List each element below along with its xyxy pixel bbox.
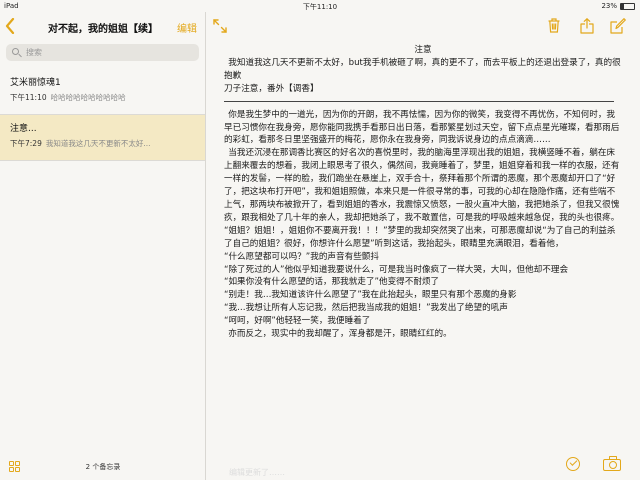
note-heading: 注意 <box>414 45 432 55</box>
paragraph: “什么愿望都可以吗？”我的声音有些颤抖 <box>224 251 379 262</box>
checkmark-icon[interactable] <box>566 457 580 471</box>
note-count: 2 个备忘录 <box>85 463 121 471</box>
watermark-text: 编辑更新了…… <box>229 468 285 477</box>
battery-icon <box>620 2 635 10</box>
paragraph: “别走！我…我知道该许什么愿望了”我在此抬起头，眼里只有那个恶魔的身影 <box>224 290 517 301</box>
note-editor: 注意 我知道我这几天不更新不太好，but我手机被砸了啊，真的更不了，而去平板上的… <box>207 12 640 480</box>
battery-percent: 23% <box>601 2 617 10</box>
note-time: 下午11:10 <box>10 93 47 102</box>
notice-text: 我知道我这几天不更新不太好，but我手机被砸了啊，真的更不了，而去平板上的还退出… <box>224 57 622 83</box>
paragraph: “我…我想让所有人忘记我，然后把我当成我的姐姐！”我发出了绝望的吼声 <box>224 303 508 314</box>
list-item-selected[interactable]: 注意... 下午7:29 我知道我这几天不更新不太好... <box>0 115 205 161</box>
note-meta: 下午7:29 我知道我这几天不更新不太好... <box>10 138 197 149</box>
list-item[interactable]: 艾米丽惊魂1 下午11:10 哈哈哈哈哈哈哈哈哈哈 <box>0 69 205 115</box>
status-bar: iPad 下午11:10 23% <box>0 0 640 12</box>
notice-line-2: 刀子注意，番外【调香】 <box>224 83 319 94</box>
trash-icon[interactable] <box>548 18 560 33</box>
paragraph: “除了死过的人”他似乎知道我要说什么，可是我当时像疯了一样大哭，大叫，但他却不理… <box>224 264 569 275</box>
note-content[interactable]: 注意 我知道我这几天不更新不太好，but我手机被砸了啊，真的更不了，而去平板上的… <box>224 44 622 341</box>
sidebar-header: 对不起，我的姐姐【续】 编辑 <box>0 12 205 40</box>
note-preview: 我知道我这几天不更新不太好... <box>45 139 151 148</box>
notes-sidebar: 对不起，我的姐姐【续】 编辑 艾米丽惊魂1 下午11:10哈哈哈哈哈哈哈哈哈哈 … <box>0 12 206 480</box>
camera-icon[interactable] <box>603 456 621 471</box>
paragraph: 你是我生梦中的一道光，因为你的开朗，我不再怯懦，因为你的微笑，我变得不再忧伤，不… <box>224 109 622 148</box>
share-icon[interactable] <box>580 18 594 34</box>
paragraph: 亦而反之，现实中的我却醒了，浑身都是汗，眼睛红红的。 <box>224 328 622 341</box>
note-meta: 下午11:10 哈哈哈哈哈哈哈哈哈哈 <box>10 92 197 103</box>
status-right: 23% <box>601 2 635 10</box>
expand-icon[interactable] <box>213 18 227 33</box>
notice-line-1: 我知道我这几天不更新不太好，but我手机被砸了啊，真的更不了，而去平板上的还退出… <box>224 57 621 81</box>
paragraph-text: 亦而反之，现实中的我却醒了，浑身都是汗，眼睛红红的。 <box>228 329 452 340</box>
note-time: 下午7:29 <box>10 139 42 148</box>
paragraph-text: 你是我生梦中的一道光，因为你的开朗，我不再怯懦，因为你的微笑，我变得不再忧伤，不… <box>224 109 620 146</box>
paragraph: “姐姐？姐姐！，姐姐你不要离开我！！！”梦里的我却突然哭了出来，可那恶魔却说“为… <box>224 225 616 249</box>
search-icon <box>12 48 19 55</box>
sidebar-footer: 2 个备忘录 <box>0 452 206 480</box>
note-preview: 哈哈哈哈哈哈哈哈哈哈 <box>50 93 126 102</box>
search-bar[interactable] <box>6 44 199 61</box>
folder-title: 对不起，我的姐姐【续】 <box>48 24 158 35</box>
compose-icon[interactable] <box>610 18 626 34</box>
paragraph-text: 当我还沉浸在那调香比赛区的好名次的喜悦里时，我的脑海里浮现出我的姐姐，我横竖睡不… <box>224 148 620 223</box>
paragraph: “如果你没有什么愿望的话，那我就走了”他变得不耐烦了 <box>224 277 440 288</box>
note-list: 艾米丽惊魂1 下午11:10 哈哈哈哈哈哈哈哈哈哈 注意... 下午7:29 我知道… <box>0 69 205 161</box>
edit-button[interactable]: 编辑 <box>177 20 197 35</box>
search-input[interactable] <box>26 46 196 59</box>
divider <box>224 100 614 102</box>
paragraph: “呵呵，好啊”他轻轻一笑，我便睡着了 <box>224 316 371 327</box>
note-title: 艾米丽惊魂1 <box>10 78 61 88</box>
paragraph: 当我还沉浸在那调香比赛区的好名次的喜悦里时，我的脑海里浮现出我的姐姐，我横竖睡不… <box>224 147 622 224</box>
note-title: 注意... <box>10 124 37 134</box>
clock: 下午11:10 <box>302 3 338 11</box>
